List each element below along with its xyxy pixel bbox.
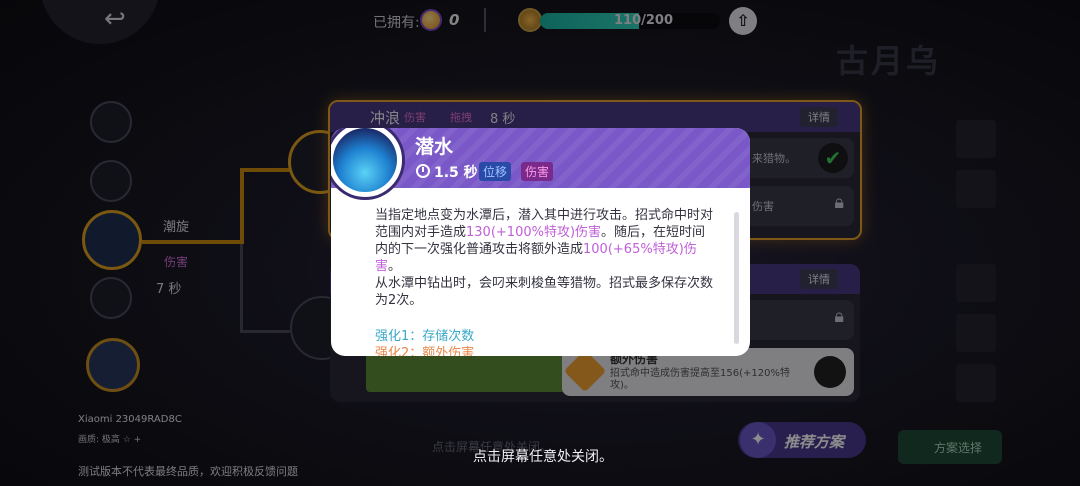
popup-cooldown: 1.5 秒 — [434, 165, 478, 181]
popup-tag-movement: 位移 — [479, 162, 512, 181]
popup-skill-title: 潜水 — [415, 136, 454, 158]
popup-description: 当指定地点变为水潭后，潜入其中进行攻击。招式命中时对范围内对手造成130(+10… — [375, 207, 717, 309]
popup-enhance-2: 强化2：额外伤害 — [375, 346, 475, 356]
popup-tag-damage: 伤害 — [521, 162, 554, 181]
close-hint: 点击屏幕任意处关闭。 — [473, 449, 613, 465]
desc-text-line2: 从水潭中钻出时，会叼来刺梭鱼等猎物。招式最多保存次数为2次。 — [375, 276, 714, 308]
popup-scrollbar[interactable] — [734, 212, 739, 344]
desc-highlight-damage: 130(+100%特攻)伤害 — [466, 225, 602, 240]
skill-detail-popup: 潜水 1.5 秒 位移 伤害 当指定地点变为水潭后，潜入其中进行攻击。招式命中时… — [331, 128, 750, 356]
clock-icon — [416, 164, 430, 178]
dive-skill-icon — [331, 128, 405, 200]
desc-text: 。 — [388, 259, 402, 274]
